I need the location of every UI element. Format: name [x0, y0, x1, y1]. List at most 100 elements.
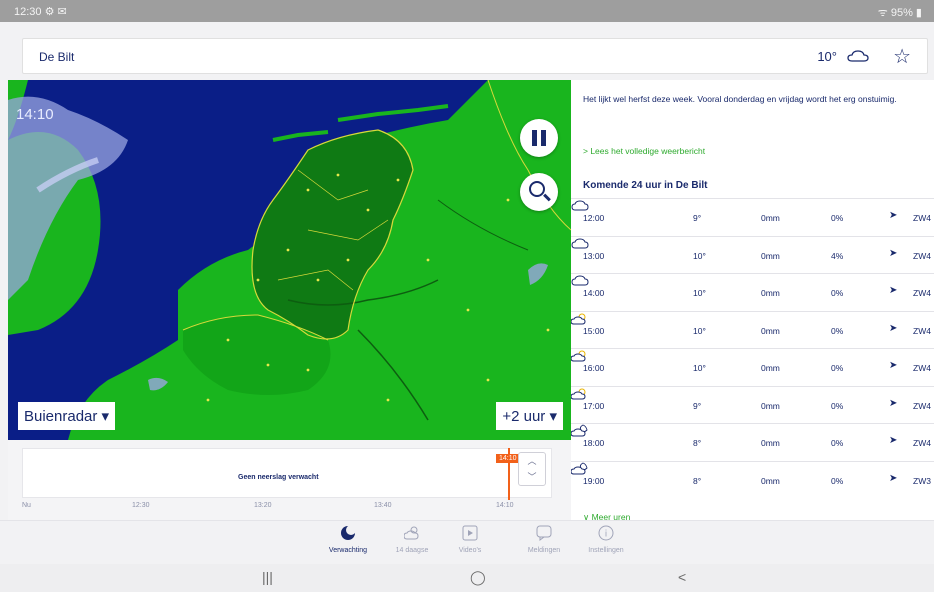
svg-text:i: i	[605, 530, 608, 540]
nav-item-videos[interactable]: Video's	[440, 525, 500, 554]
row-temp: 10°	[693, 288, 706, 298]
radar-map[interactable]: 14:10 Buienradar ▾ +2 uur ▾	[8, 80, 571, 440]
moon-icon	[341, 525, 356, 540]
location-search-box[interactable]: De Bilt 10° ☆	[22, 38, 928, 74]
status-bar: 12:30 ⚙ ✉ ᯤ 95% ▮	[0, 0, 934, 22]
row-time: 19:00	[583, 475, 605, 486]
row-wind: ZW4	[913, 213, 931, 223]
layer-select-button[interactable]: Buienradar ▾	[18, 402, 116, 430]
wind-arrow-icon: ➤	[889, 360, 898, 371]
sun-cloud-icon	[571, 313, 586, 324]
wind-arrow-icon: ➤	[889, 322, 898, 334]
sun-cloud-icon	[571, 388, 586, 399]
wind-arrow-icon: ➤	[889, 285, 898, 296]
row-time: 18:00	[583, 438, 605, 448]
nav-label: Video's	[458, 547, 482, 554]
wind-arrow-icon: ➤	[889, 397, 898, 409]
row-prob: 0%	[831, 363, 844, 373]
back-button[interactable]: <	[678, 569, 686, 585]
moon-cloud-icon	[571, 424, 588, 437]
row-prob: 0%	[831, 475, 844, 486]
row-rain: 0mm	[761, 325, 780, 336]
chevron-down-icon[interactable]: ﹀	[527, 472, 536, 482]
forecast-row[interactable]: 16:00 10° 0mm 0% ➤ ZW4	[571, 348, 934, 386]
forecast-panel: Het lijkt wel herfst deze week. Vooral d…	[571, 80, 934, 520]
tick-label: 13:40	[374, 502, 392, 509]
rain-message: Geen neerslag verwacht	[238, 474, 319, 481]
row-time: 13:00	[583, 250, 605, 261]
home-button[interactable]: ◯	[470, 569, 486, 586]
nav-item-settings[interactable]: i Instellingen	[576, 525, 636, 554]
sun-cloud-icon	[571, 350, 586, 362]
weather-summary: Het lijkt wel herfst deze week. Vooral d…	[583, 94, 897, 104]
cloud-icon	[571, 200, 589, 211]
row-temp: 9°	[693, 400, 702, 411]
favorite-star-icon[interactable]: ☆	[893, 44, 911, 69]
row-rain: 0mm	[761, 288, 780, 298]
message-icon	[536, 525, 552, 541]
forecast-row[interactable]: 19:00 8° 0mm 0% ➤ ZW3	[571, 460, 934, 499]
row-prob: 0%	[831, 288, 844, 298]
range-select-button[interactable]: +2 uur ▾	[496, 402, 563, 430]
read-full-forecast-link[interactable]: > Lees het volledige weerbericht	[583, 146, 705, 156]
system-navigation: ||| ◯ <	[0, 564, 934, 592]
zoom-button[interactable]	[520, 173, 558, 211]
sun-cloud-icon	[404, 526, 419, 540]
nav-item-forecast[interactable]: Verwachting	[318, 525, 378, 554]
wind-arrow-icon: ➤	[889, 210, 898, 221]
row-prob: 0%	[831, 438, 844, 448]
rain-graph[interactable]: Geen neerslag verwacht	[22, 448, 552, 498]
row-rain: 0mm	[761, 400, 780, 411]
app-header: De Bilt 10° ☆	[0, 22, 934, 80]
row-wind: ZW4	[913, 288, 931, 298]
cloud-icon	[847, 50, 869, 62]
row-rain: 0mm	[761, 363, 780, 373]
chevron-up-icon[interactable]: ︿	[527, 456, 536, 466]
location-name[interactable]: De Bilt	[39, 50, 74, 64]
row-prob: 0%	[831, 325, 844, 336]
row-prob: 4%	[831, 250, 844, 261]
rain-timeline: Geen neerslag verwacht 14:10 ︿ ﹀ Nu 12:3…	[8, 440, 571, 520]
radar-time: 14:10	[16, 106, 54, 123]
bottom-navigation: Verwachting 14 daagse Video's Meldingen …	[0, 520, 934, 564]
forecast-row[interactable]: 15:00 10° 0mm 0% ➤ ZW4	[571, 310, 934, 349]
forecast-row[interactable]: 14:00 10° 0mm 0% ➤ ZW4	[571, 273, 934, 311]
tick-label: Nu	[22, 502, 31, 509]
pause-button[interactable]	[520, 119, 558, 157]
row-temp: 10°	[693, 363, 706, 373]
wind-arrow-icon: ➤	[889, 435, 898, 446]
play-icon	[462, 525, 478, 541]
row-wind: ZW3	[913, 475, 931, 486]
row-time: 17:00	[583, 400, 605, 411]
nav-item-notifications[interactable]: Meldingen	[514, 525, 574, 554]
row-time: 16:00	[583, 363, 605, 373]
more-hours-link[interactable]: ∨ Meer uren	[583, 512, 630, 520]
row-rain: 0mm	[761, 475, 780, 486]
row-temp: 10°	[693, 250, 706, 261]
forecast-row[interactable]: 12:00 9° 0mm 0% ➤ ZW4	[571, 198, 934, 236]
nav-label: Instellingen	[588, 547, 624, 554]
zoom-handle	[543, 193, 551, 202]
tick-label: 12:30	[132, 502, 150, 509]
nav-label: Meldingen	[527, 547, 561, 554]
nav-item-14-day[interactable]: 14 daagse	[382, 525, 442, 554]
timeline-ticks: Nu 12:30 13:20 13:40 14:10	[8, 502, 571, 514]
moon-cloud-icon	[571, 462, 588, 474]
row-wind: ZW4	[913, 438, 931, 448]
wind-arrow-icon: ➤	[889, 247, 898, 259]
row-wind: ZW4	[913, 400, 931, 411]
forecast-title: Komende 24 uur in De Bilt	[583, 180, 708, 191]
row-rain: 0mm	[761, 438, 780, 448]
forecast-row[interactable]: 18:00 8° 0mm 0% ➤ ZW4	[571, 423, 934, 461]
row-temp: 10°	[693, 325, 706, 336]
timeline-stepper[interactable]: ︿ ﹀	[518, 452, 546, 486]
nav-label: 14 daagse	[395, 547, 429, 554]
row-rain: 0mm	[761, 213, 780, 223]
wind-arrow-icon: ➤	[889, 472, 898, 484]
cloud-icon	[571, 237, 589, 248]
forecast-row[interactable]: 17:00 9° 0mm 0% ➤ ZW4	[571, 385, 934, 424]
forecast-row[interactable]: 13:00 10° 0mm 4% ➤ ZW4	[571, 235, 934, 274]
row-time: 15:00	[583, 325, 605, 336]
recent-apps-button[interactable]: |||	[262, 569, 273, 585]
hourly-forecast-list: 12:00 9° 0mm 0% ➤ ZW4 13:00 10° 0mm 4% ➤…	[571, 198, 934, 498]
